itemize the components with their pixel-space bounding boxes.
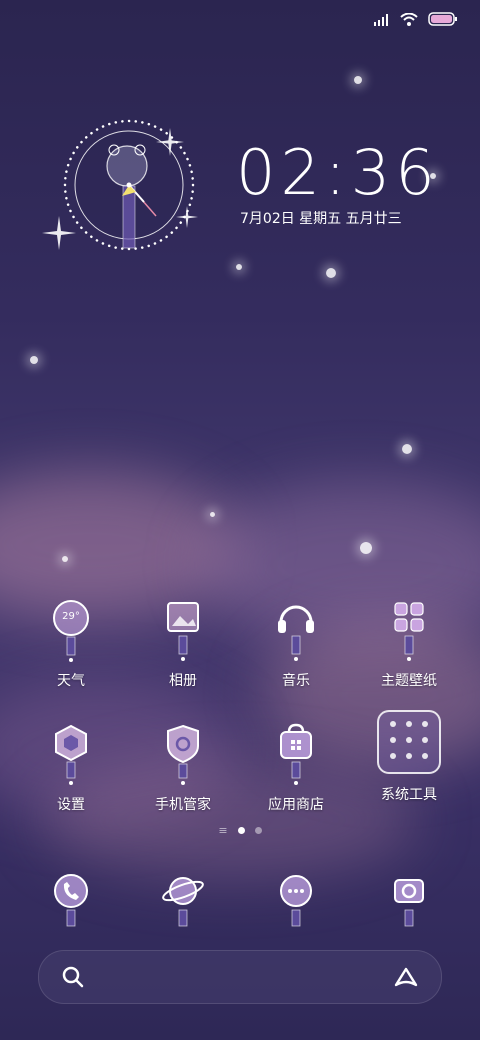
signal-icon	[374, 11, 390, 30]
app-label: 天气	[57, 673, 85, 689]
camera-icon	[376, 872, 442, 942]
folder-system-tools[interactable]: 系统工具	[354, 710, 464, 804]
app-label: 主题壁纸	[381, 673, 437, 689]
dock-camera[interactable]	[354, 872, 464, 942]
gallery-icon	[150, 598, 216, 668]
page-list-icon: ≡	[218, 824, 228, 837]
weather-icon: 29°	[38, 598, 104, 668]
battery-icon	[428, 11, 458, 30]
wifi-icon	[400, 11, 418, 30]
clock-time[interactable]: 02:36	[236, 136, 440, 209]
app-store-icon	[263, 722, 329, 792]
assistant-icon[interactable]	[393, 965, 419, 993]
app-store[interactable]: 应用商店	[241, 722, 351, 814]
themes-icon	[376, 598, 442, 668]
dock-phone[interactable]	[16, 872, 126, 942]
app-music[interactable]: 音乐	[241, 598, 351, 690]
status-bar	[374, 10, 458, 30]
dock-browser[interactable]	[128, 872, 238, 942]
page-indicator[interactable]: ≡	[0, 824, 480, 837]
app-label: 相册	[169, 673, 197, 689]
app-weather[interactable]: 29° 天气	[16, 598, 126, 690]
clock-date: 7月02日 星期五 五月廿三	[240, 211, 402, 227]
app-label: 音乐	[282, 673, 310, 689]
search-bar[interactable]	[38, 950, 442, 1004]
page-dot-active	[237, 827, 245, 834]
messages-icon	[263, 872, 329, 942]
app-themes[interactable]: 主题壁纸	[354, 598, 464, 690]
search-icon[interactable]	[61, 965, 85, 993]
page-dot	[254, 827, 262, 834]
browser-icon	[150, 872, 216, 942]
phone-icon	[38, 872, 104, 942]
weather-badge: 29°	[62, 611, 80, 622]
app-label: 应用商店	[268, 797, 324, 813]
app-security[interactable]: 手机管家	[128, 722, 238, 814]
app-settings[interactable]: 设置	[16, 722, 126, 814]
tools-folder-icon	[377, 710, 441, 774]
app-gallery[interactable]: 相册	[128, 598, 238, 690]
settings-icon	[38, 722, 104, 792]
app-label: 手机管家	[155, 797, 211, 813]
app-label: 设置	[57, 797, 85, 813]
app-label: 系统工具	[381, 787, 437, 803]
security-icon	[150, 722, 216, 792]
music-icon	[263, 598, 329, 668]
dock-messages[interactable]	[241, 872, 351, 942]
